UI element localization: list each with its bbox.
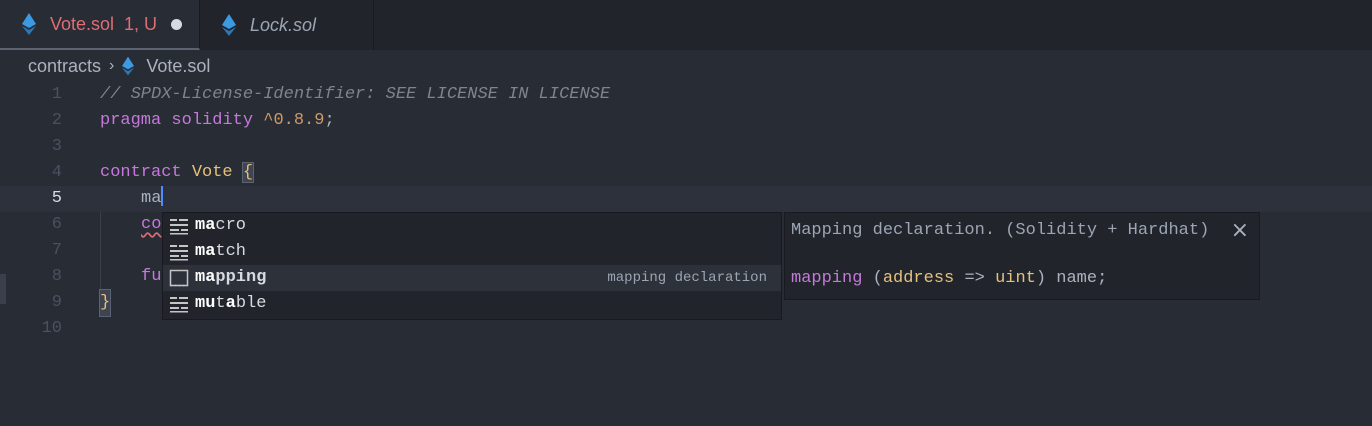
- line-content: fu: [141, 267, 162, 286]
- line-number: 1: [51, 85, 62, 104]
- code-line[interactable]: 2 pragma solidity ^0.8.9;: [0, 108, 1372, 134]
- code-line-current[interactable]: 5 ma: [0, 186, 1372, 212]
- snippet-box-icon: [169, 269, 189, 287]
- tab-label: Lock.sol: [250, 14, 317, 35]
- line-content-error: co: [141, 215, 162, 234]
- snippet-icon: [170, 219, 188, 235]
- suggestion-label: match: [195, 242, 247, 261]
- tab-bar: Vote.sol 1, U Lock.sol: [0, 0, 1372, 50]
- line-number: 10: [41, 319, 62, 338]
- line-content: ma: [141, 186, 164, 212]
- details-snippet: mapping (address => uint) name;: [791, 269, 1108, 288]
- autocomplete-suggest-widget: macro match mapping mapping declaration …: [162, 212, 782, 320]
- code-line[interactable]: 1 // SPDX-License-Identifier: SEE LICENS…: [0, 82, 1372, 108]
- line-number: 4: [51, 163, 62, 182]
- suggestion-item-selected[interactable]: mapping mapping declaration: [163, 265, 781, 291]
- line-content: }: [98, 289, 112, 317]
- unsaved-dot-icon[interactable]: [171, 18, 183, 30]
- suggestion-label: macro: [195, 216, 247, 235]
- line-number: 8: [51, 267, 62, 286]
- line-number: 9: [51, 293, 62, 312]
- line-content: pragma solidity ^0.8.9;: [100, 111, 335, 130]
- line-content: // SPDX-License-Identifier: SEE LICENSE …: [100, 85, 611, 104]
- breadcrumb: contracts › Vote.sol: [28, 54, 210, 78]
- suggestion-item[interactable]: macro: [163, 213, 781, 239]
- line-number: 6: [51, 215, 62, 234]
- breadcrumb-file[interactable]: Vote.sol: [146, 56, 210, 77]
- breadcrumb-folder[interactable]: contracts: [28, 56, 101, 77]
- text-caret: [161, 186, 164, 206]
- tab-status-badge: 1, U: [124, 13, 158, 34]
- details-title: Mapping declaration. (Solidity + Hardhat…: [791, 221, 1210, 240]
- line-number: 3: [51, 137, 62, 156]
- suggestion-item[interactable]: mutable: [163, 291, 781, 317]
- ethereum-icon: [22, 13, 36, 35]
- suggestion-details-panel: Mapping declaration. (Solidity + Hardhat…: [784, 212, 1260, 300]
- suggestion-label: mutable: [195, 294, 267, 313]
- tab-lock-sol[interactable]: Lock.sol: [200, 0, 374, 50]
- tab-vote-sol[interactable]: Vote.sol 1, U: [0, 0, 200, 50]
- line-content: contract Vote {: [100, 162, 255, 183]
- ethereum-icon: [222, 14, 236, 36]
- code-line[interactable]: 4 contract Vote {: [0, 160, 1372, 186]
- snippet-icon: [170, 245, 188, 261]
- ethereum-icon: [122, 56, 135, 76]
- code-line[interactable]: 3: [0, 134, 1372, 160]
- line-number: 7: [51, 241, 62, 260]
- close-icon[interactable]: ×: [1231, 219, 1249, 243]
- suggestion-item[interactable]: match: [163, 239, 781, 265]
- snippet-icon: [170, 297, 188, 313]
- line-number: 5: [51, 189, 62, 208]
- suggestion-label: mapping: [195, 268, 267, 287]
- chevron-right-icon: ›: [109, 57, 115, 74]
- tab-label: Vote.sol: [50, 13, 115, 34]
- suggestion-detail: mapping declaration: [607, 270, 767, 286]
- line-number: 2: [51, 111, 62, 130]
